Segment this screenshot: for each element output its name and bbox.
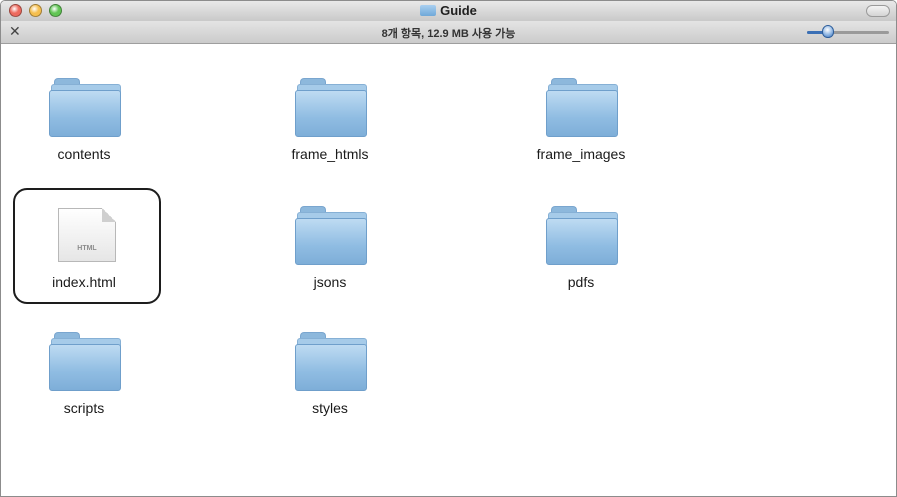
window-title-text: Guide [440,3,477,18]
title-bar[interactable]: Guide [1,1,896,21]
folder-icon [293,76,367,138]
file-label: jsons [313,274,347,290]
toolbar-toggle-button[interactable] [866,5,890,17]
file-item-scripts[interactable]: scripts [9,330,159,416]
folder-icon [420,5,437,16]
folder-icon [47,330,121,392]
file-item-pdfs[interactable]: pdfs [506,204,656,290]
file-label: frame_htmls [291,146,369,162]
file-label: frame_images [536,146,626,162]
window-title: Guide [1,3,896,18]
file-label: scripts [63,400,105,416]
folder-icon [544,76,618,138]
folder-icon [544,204,618,266]
folder-icon [293,204,367,266]
status-text: 8개 항목, 12.9 MB 사용 가능 [381,28,516,40]
file-item-frame-images[interactable]: frame_images [506,76,656,162]
folder-icon [47,76,121,138]
highlight-annotation [13,188,161,304]
folder-icon [293,330,367,392]
status-bar: ✕ 8개 항목, 12.9 MB 사용 가능 [1,21,896,44]
file-item-styles[interactable]: styles [255,330,405,416]
file-item-jsons[interactable]: jsons [255,204,405,290]
file-item-frame-htmls[interactable]: frame_htmls [255,76,405,162]
file-view: contents frame_htmls frame_images HTML i… [1,44,896,496]
file-label: styles [312,400,348,416]
file-label: pdfs [567,274,595,290]
slider-thumb[interactable] [822,25,834,38]
finder-window: Guide ✕ 8개 항목, 12.9 MB 사용 가능 contents fr… [0,0,897,497]
file-item-contents[interactable]: contents [9,76,159,162]
file-label: contents [57,146,111,162]
